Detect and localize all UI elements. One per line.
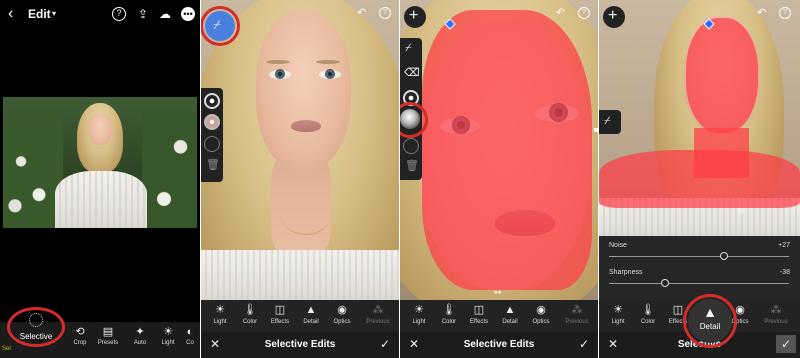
tool-label: Optics [532,319,550,325]
tool-light[interactable]: ☀ Light [205,300,235,332]
tool-label: Presets [97,340,119,346]
tool-color[interactable]: 🌡 Color [633,300,663,332]
tool-label: Auto [133,340,147,346]
selective-icon [29,313,43,327]
photo-preview [3,97,197,228]
tool-label: Color [242,319,258,325]
tool-label: Crop [73,340,87,346]
confirm-icon[interactable]: ✓ [775,335,796,353]
tool-label: Co [186,340,194,346]
confirm-icon[interactable]: ✓ [380,337,390,351]
tool-label: Light [161,340,175,346]
presets-icon: ▤ [102,326,114,338]
toolbar-group: ☀ Light 🌡 Color ◫ Effects ▲ Detail ◉ Optics ⁂ Previ… [201,0,399,358]
subject-dress [55,171,147,228]
detail-icon: ▲ [305,304,317,316]
tool-label: Optics [333,319,351,325]
back-arrow-icon[interactable]: ‹ [8,6,22,22]
tool-label: Color [441,319,457,325]
confirm-icon[interactable]: ✓ [579,337,589,351]
tool-light[interactable]: ☀ Light [404,300,434,332]
subject-face [88,113,112,145]
tool-detail[interactable]: ▲ Detail [495,300,525,332]
tool-label: Light [412,319,426,325]
effects-icon: ◫ [274,304,286,316]
edit-menu-label[interactable]: Edit [28,7,51,21]
detail-icon: ▲ [504,304,516,316]
color-icon: 🌡 [641,304,655,316]
tool-crop[interactable]: ⟲ Crop [66,325,94,346]
selective-footer: ✕ Selective Edits ✓ [201,332,399,358]
tool-light[interactable]: ☀ Light [154,325,182,346]
tool-label: Effects [469,319,489,325]
tool-color[interactable]: ◐ Co [180,325,200,346]
top-bar: ‹ Edit ▾ ? ⇪ ☁ ••• [0,0,200,28]
help-icon[interactable]: ? [112,7,126,21]
light-icon: ☀ [613,304,623,316]
tool-optics[interactable]: ◉ Optics [327,300,357,332]
panel-edit-overview: ‹ Edit ▾ ? ⇪ ☁ ••• ⟲ Crop ▤ Presets ✦ Au… [0,0,200,358]
tool-detail-active[interactable]: ▲ Detail [688,299,732,343]
optics-icon: ◉ [536,304,546,316]
selective-button[interactable]: Selective [16,312,56,344]
tool-previous[interactable]: ⁂ Previous [759,300,793,332]
chevron-down-icon[interactable]: ▾ [52,9,56,18]
color-icon: ◐ [186,326,194,338]
tool-detail[interactable]: ▲ Detail [296,300,326,332]
tool-light[interactable]: ☀ Light [603,300,633,332]
tool-label: Previous [764,319,788,325]
cloud-sync-icon[interactable]: ☁ [158,7,172,21]
footer-title: Selective Edits [463,339,535,350]
tool-color[interactable]: 🌡 Color [235,300,265,332]
tool-label: Light [213,319,227,325]
detail-label: Detail [699,322,721,331]
tool-label: Effects [270,319,290,325]
detail-icon: ▲ [703,304,717,320]
effects-icon: ◫ [473,304,485,316]
tool-effects[interactable]: ◫ Effects [265,300,295,332]
selective-footer: ✕ Selective Edits ✓ [400,332,598,358]
optics-icon: ◉ [337,304,347,316]
foliage [142,112,197,228]
more-icon[interactable]: ••• [181,7,195,21]
light-icon: ☀ [163,326,173,338]
tool-label: Detail [502,319,518,325]
tool-previous[interactable]: ⁂ Previous [361,300,395,332]
light-icon: ☀ [414,304,424,316]
tool-presets[interactable]: ▤ Presets [94,325,122,346]
tool-label: Light [611,319,625,325]
footer-title: Selective Edits [264,339,336,350]
crop-icon: ⟲ [75,326,85,338]
edit-toolbar: ☀ Light 🌡 Color ◫ Effects ▲ Detail ◉ Optics ⁂ Previ… [201,300,399,332]
toolbar-group: ☀ Light 🌡 Color ◫ Effects ◉ Optics ⁂ Previous ✕ Sel… [599,0,800,358]
tool-auto[interactable]: ✦ Auto [126,325,154,346]
previous-icon: ⁂ [770,304,782,316]
previous-icon: ⁂ [571,304,583,316]
tool-label: Previous [366,319,390,325]
tool-effects[interactable]: ◫ Effects [464,300,494,332]
previous-icon: ⁂ [372,304,384,316]
auto-icon: ✦ [135,326,145,338]
tool-label: Detail [303,319,319,325]
edit-toolbar: ☀ Light 🌡 Color ◫ Effects ▲ Detail ◉ Optics ⁂ Previ… [400,300,598,332]
tool-previous[interactable]: ⁂ Previous [560,300,594,332]
color-icon: 🌡 [442,304,456,316]
tool-label-partial: Sel [2,346,11,352]
tool-color[interactable]: 🌡 Color [434,300,464,332]
selective-label: Selective [19,332,53,341]
share-icon[interactable]: ⇪ [136,7,150,21]
foliage [3,117,63,228]
toolbar-group: ☀ Light 🌡 Color ◫ Effects ▲ Detail ◉ Optics ⁂ Previ… [400,0,598,358]
color-icon: 🌡 [243,304,257,316]
light-icon: ☀ [215,304,225,316]
tool-label: Color [640,319,656,325]
tool-optics[interactable]: ◉ Optics [526,300,556,332]
tool-label: Previous [565,319,589,325]
